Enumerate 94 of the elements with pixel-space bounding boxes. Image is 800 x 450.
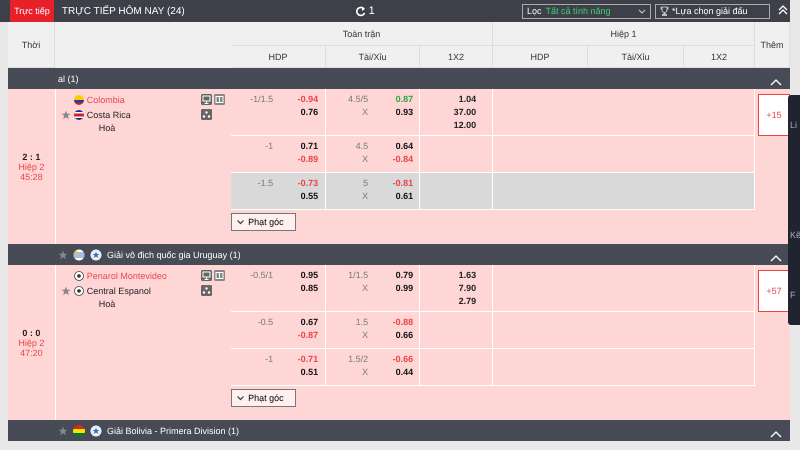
match-period: Hiệp 2 [18,162,44,172]
filter-dropdown[interactable]: Lọc Tất cả tính năng [522,4,651,18]
under-mark: X [361,154,368,164]
odds-value[interactable]: 1.04 [458,94,476,104]
handicap-line: -1 [264,141,274,151]
odds-value[interactable]: 0.85 [273,283,318,293]
handicap-line: 4.5/5 [347,94,368,104]
odds-value[interactable]: 0.55 [273,191,318,201]
soccer-ball-icon [74,286,84,296]
live-tab[interactable]: Trực tiếp [10,0,54,22]
match-score: 2 : 1 [22,152,40,162]
odds-value[interactable]: 2.79 [458,296,476,306]
odds-value[interactable]: 0.67 [273,317,318,327]
handicap-line: 5 [362,178,368,188]
team-name: Central Espanol [86,286,152,296]
chevron-up-icon [770,78,782,86]
handicap-line: 1/1.5 [347,270,368,280]
handicap-line: -0.5 [256,317,274,327]
star-icon [58,426,68,436]
side-panel-label[interactable]: Li [788,120,800,130]
lineup-icon [201,109,212,120]
chevron-up-icon [770,430,782,438]
league-name: Giải Bolivia - Primera Division (1) [107,426,240,436]
under-mark: X [361,191,368,201]
side-panel-label[interactable]: F [788,290,800,300]
page-title: TRỰC TIẾP HÔM NAY (24) [62,6,186,16]
odds-value[interactable]: 0.61 [368,191,414,201]
trophy-icon [660,6,669,16]
more-markets-button[interactable]: +57 [758,270,790,312]
odds-value[interactable]: 7.90 [458,283,476,293]
corner-toggle-button[interactable]: Phạt góc [231,213,296,231]
refresh-count: 1 [368,5,375,17]
league-logo-icon [90,424,102,436]
under-mark: X [361,107,368,117]
league-header-bar[interactable]: Giải Bolivia - Primera Division (1) [8,420,790,441]
league-name: Giải vô địch quốc gia Uruguay (1) [107,250,242,260]
odds-value[interactable]: 0.99 [368,283,414,293]
match-clock: 47:20 [20,348,43,358]
star-icon [58,250,68,260]
odds-value[interactable]: 0.66 [368,330,414,340]
draw-label: Hoà [98,299,116,309]
tv-icon [201,270,226,281]
handicap-line: -0.5/1 [249,270,274,280]
league-picker-button[interactable]: *Lựa chọn giải đấu [654,4,770,18]
odds-value[interactable]: 12.00 [454,120,476,130]
team-name: Colombia [86,94,126,104]
league-name: al (1) [58,74,80,84]
match-period: Hiệp 2 [18,338,44,348]
match-clock: 45:28 [20,172,43,182]
refresh-icon [354,6,366,16]
match-score: 0 : 0 [22,328,40,338]
chevron-down-icon [237,396,244,400]
league-header-bar[interactable]: Giải vô địch quốc gia Uruguay (1) [8,244,790,265]
odds-value[interactable]: 0.71 [273,141,318,151]
flag-icon [73,424,85,436]
odds-value[interactable]: 1.63 [458,270,476,280]
handicap-line: -1/1.5 [249,94,274,104]
league-logo-icon [90,248,102,260]
odds-value[interactable]: 0.93 [368,107,414,117]
handicap-line: 4.5 [354,141,368,151]
chevron-down-icon [237,220,244,224]
under-mark: X [361,283,368,293]
more-markets-button[interactable]: +15 [758,94,790,136]
star-icon [60,110,71,120]
odds-value[interactable]: 0.44 [368,367,414,377]
odds-value[interactable]: 0.79 [368,270,414,280]
corner-toggle-button[interactable]: Phạt góc [231,389,296,407]
caret-icon [638,8,646,14]
double-chevron-up-icon [777,4,790,16]
lineup-icon [201,285,212,296]
league-header-bar[interactable]: al (1) [8,68,790,89]
odds-value[interactable]: 0.95 [273,270,318,280]
draw-label: Hoà [98,123,116,133]
handicap-line: -1 [264,354,274,364]
team-name: Costa Rica [86,110,132,120]
team-name: Penarol Montevideo [86,270,168,280]
handicap-line: -1.5 [256,178,274,188]
star-icon [60,286,71,296]
handicap-line: 1.5 [354,317,368,327]
chevron-up-icon [770,254,782,262]
flag-icon [73,248,85,260]
under-mark: X [361,367,368,377]
tv-icon [201,94,226,105]
soccer-ball-icon [74,270,84,280]
flag-icon [74,110,84,120]
odds-value[interactable]: 37.00 [454,107,476,117]
handicap-line: 1.5/2 [347,354,368,364]
odds-value[interactable]: 0.76 [273,107,318,117]
odds-value[interactable]: 0.64 [368,141,414,151]
under-mark: X [361,330,368,340]
odds-value[interactable]: 0.51 [273,367,318,377]
flag-icon [74,94,84,104]
column-group-header: Toàn trận [231,22,493,46]
column-group-header: Hiệp 1 [493,22,755,46]
